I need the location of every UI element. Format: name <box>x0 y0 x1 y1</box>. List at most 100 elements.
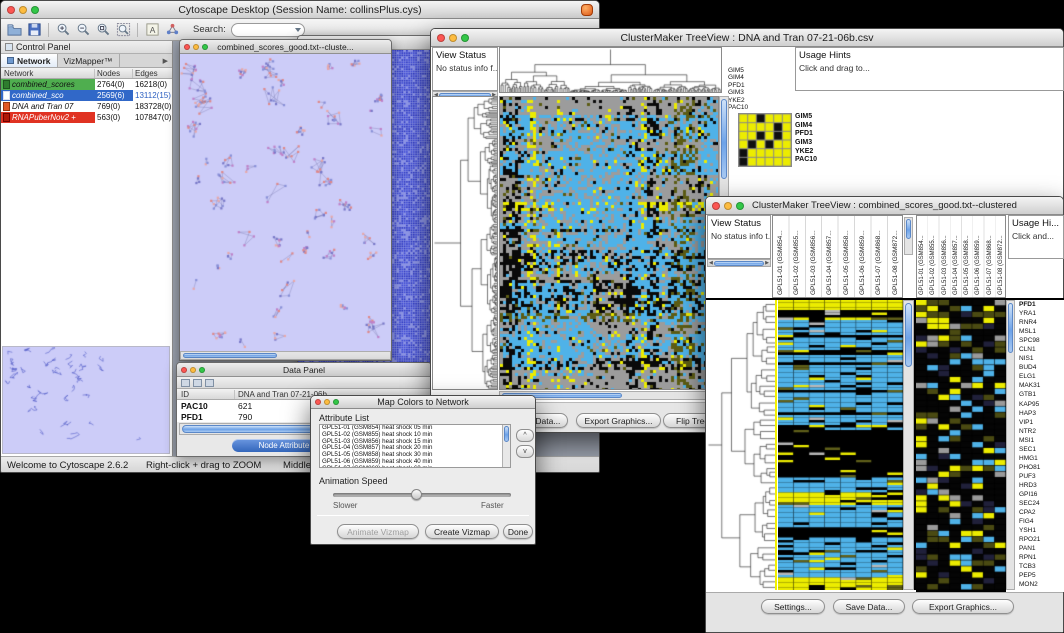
minimize-button[interactable] <box>193 44 199 50</box>
scrollbar-thumb[interactable] <box>1008 303 1013 353</box>
gene-label[interactable]: PHO81 <box>1017 463 1064 472</box>
minimize-button[interactable] <box>724 202 732 210</box>
gene-label[interactable]: GPI16 <box>1017 490 1064 499</box>
zoom-fit-icon[interactable] <box>114 21 132 39</box>
gene-label[interactable]: CLN1 <box>1017 345 1064 354</box>
list-scrollbar[interactable] <box>502 425 510 467</box>
animation-speed-slider[interactable] <box>333 493 511 497</box>
minimize-button[interactable] <box>190 367 196 373</box>
gene-label[interactable]: YRA1 <box>1017 309 1064 318</box>
gene-label[interactable]: MSL1 <box>1017 327 1064 336</box>
tab-network[interactable]: Network <box>1 54 58 67</box>
network-list-row[interactable]: combined_scores2764(0)16218(0) <box>1 79 172 90</box>
tab-overflow-arrow[interactable]: ▶ <box>159 54 172 67</box>
scrollbar-thumb[interactable] <box>504 426 509 442</box>
heatmap-pane[interactable] <box>778 300 903 592</box>
treeview-combined-titlebar[interactable]: ClusterMaker TreeView : combined_scores_… <box>706 197 1063 215</box>
gene-label[interactable]: HAP3 <box>1017 409 1064 418</box>
annotation-icon[interactable]: A <box>143 21 161 39</box>
close-button[interactable] <box>712 202 720 210</box>
slider-thumb[interactable] <box>411 489 422 500</box>
maximize-button[interactable] <box>199 367 205 373</box>
minimize-button[interactable] <box>324 399 330 405</box>
gene-label[interactable]: NIS1 <box>1017 354 1064 363</box>
heatmap-canvas[interactable] <box>500 97 718 389</box>
close-button[interactable] <box>181 367 187 373</box>
gene-label[interactable]: YSH1 <box>1017 526 1064 535</box>
tab-vizmapper[interactable]: VizMapper™ <box>58 54 120 67</box>
gene-label[interactable]: PEP5 <box>1017 571 1064 580</box>
gene-dendrogram-canvas[interactable] <box>707 300 775 590</box>
secondary-heatmap-canvas[interactable] <box>916 300 1006 590</box>
gene-label[interactable]: RPN1 <box>1017 553 1064 562</box>
maximize-button[interactable] <box>333 399 339 405</box>
network-view-window[interactable]: combined_scores_good.txt--cluste... <box>179 39 392 361</box>
gene-label[interactable]: TCB3 <box>1017 562 1064 571</box>
network-list-row[interactable]: RNAPuberNov2 +563(0)107847(0) <box>1 112 172 123</box>
scrollbar-thumb[interactable] <box>183 353 277 358</box>
move-down-button[interactable]: v <box>516 445 534 458</box>
scrollbar-thumb[interactable] <box>714 261 764 266</box>
gene-label[interactable]: ELG1 <box>1017 372 1064 381</box>
treeview-dna-titlebar[interactable]: ClusterMaker TreeView : DNA and Tran 07-… <box>431 29 1063 47</box>
zoom-selected-icon[interactable] <box>94 21 112 39</box>
move-up-button[interactable]: ^ <box>516 429 534 442</box>
main-titlebar[interactable]: Cytoscape Desktop (Session Name: collins… <box>1 1 599 19</box>
select-attributes-icon[interactable] <box>193 379 202 387</box>
settings-button[interactable]: Settings... <box>761 599 825 614</box>
gene-label[interactable]: HMG1 <box>1017 454 1064 463</box>
data-panel-titlebar[interactable]: Data Panel <box>177 363 431 377</box>
gene-label[interactable]: SEC24 <box>1017 499 1064 508</box>
zoom-out-icon[interactable] <box>74 21 92 39</box>
close-button[interactable] <box>315 399 321 405</box>
heatmap-canvas[interactable] <box>778 300 903 590</box>
gene-dendrogram-pane[interactable] <box>707 300 775 592</box>
gene-label[interactable]: PUF3 <box>1017 472 1064 481</box>
gene-label[interactable]: MAK31 <box>1017 381 1064 390</box>
scroll-left-arrow-icon[interactable]: ◀ <box>709 260 713 266</box>
network-list-row[interactable]: combined_sco2569(6)13112(15) <box>1 90 172 101</box>
gene-label[interactable]: SEC1 <box>1017 445 1064 454</box>
close-button[interactable] <box>437 34 445 42</box>
gene-label[interactable]: SPC98 <box>1017 336 1064 345</box>
gene-label[interactable]: BUD4 <box>1017 363 1064 372</box>
mini-matrix-canvas[interactable] <box>739 114 791 166</box>
attribute-list[interactable]: GPL51-01 (GSM854) heat shock 05 minGPL51… <box>319 424 511 468</box>
column-dendrogram-canvas[interactable] <box>500 48 721 92</box>
gene-label[interactable]: RPO21 <box>1017 535 1064 544</box>
animate-vizmap-button[interactable]: Animate Vizmap <box>337 524 419 539</box>
header-scrollbar[interactable] <box>904 217 913 255</box>
vertical-scrollbar[interactable] <box>903 300 914 590</box>
horizontal-scrollbar[interactable] <box>180 351 391 360</box>
attribute-item[interactable]: GPL51-07 (GSM868) heat shock 60 min <box>320 466 510 468</box>
close-button[interactable] <box>7 6 15 14</box>
search-input[interactable] <box>231 23 305 37</box>
scroll-right-arrow-icon[interactable]: ▶ <box>765 260 769 266</box>
maximize-button[interactable] <box>461 34 469 42</box>
gene-label[interactable]: GTB1 <box>1017 390 1064 399</box>
network-canvas[interactable] <box>180 54 391 351</box>
scrollbar-thumb[interactable] <box>905 303 912 367</box>
minimize-button[interactable] <box>19 6 27 14</box>
gene-label[interactable]: NTR2 <box>1017 427 1064 436</box>
gene-dendrogram-canvas[interactable] <box>433 97 497 389</box>
export-graphics-button[interactable]: Export Graphics... <box>576 413 661 428</box>
gene-label[interactable]: CPA2 <box>1017 508 1064 517</box>
open-folder-icon[interactable] <box>5 21 23 39</box>
secondary-heatmap-pane[interactable] <box>916 300 1006 592</box>
maximize-button[interactable] <box>736 202 744 210</box>
gene-label[interactable]: MON2 <box>1017 580 1064 589</box>
export-graphics-button[interactable]: Export Graphics... <box>912 599 1014 614</box>
maximize-button[interactable] <box>202 44 208 50</box>
network-overview[interactable] <box>2 346 170 454</box>
dialog-titlebar[interactable]: Map Colors to Network <box>311 396 535 409</box>
gene-label[interactable]: KAP95 <box>1017 400 1064 409</box>
maximize-button[interactable] <box>31 6 39 14</box>
grid-icon[interactable] <box>205 379 214 387</box>
zoom-in-icon[interactable] <box>54 21 72 39</box>
close-button[interactable] <box>184 44 190 50</box>
heatmap-pane[interactable] <box>499 96 719 390</box>
done-button[interactable]: Done <box>503 524 533 539</box>
save-icon[interactable] <box>25 21 43 39</box>
gene-label[interactable]: HRD3 <box>1017 481 1064 490</box>
